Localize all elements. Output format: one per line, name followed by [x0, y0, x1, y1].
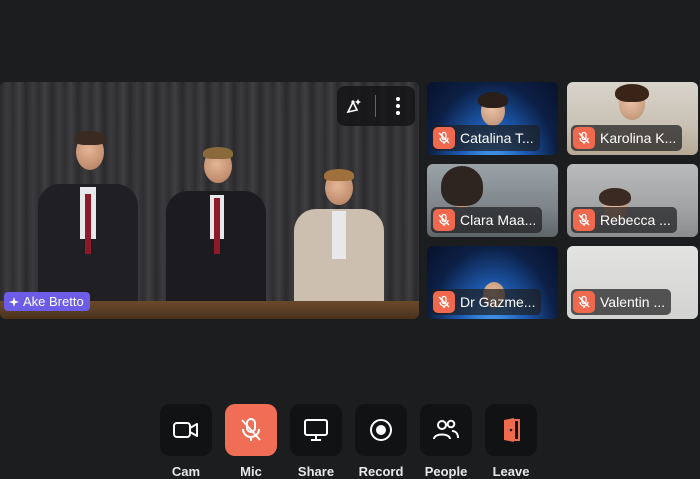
participant-tile[interactable]: Dr Gazme...: [427, 246, 558, 319]
leave-door-icon: [504, 418, 520, 442]
leave-label: Leave: [492, 464, 530, 479]
participant-label: Dr Gazme...: [431, 289, 542, 315]
mic-label: Mic: [240, 464, 262, 479]
people-control: People: [420, 404, 472, 479]
sparkle-icon: [9, 296, 19, 307]
participant-label: Karolina K...: [571, 125, 683, 151]
people-label: People: [424, 464, 468, 479]
screen-share-icon: [304, 419, 328, 441]
participant-label: Catalina T...: [431, 125, 540, 151]
participant-label: Valentin ...: [571, 289, 672, 315]
cam-control: Cam: [160, 404, 212, 479]
record-control: Record: [355, 404, 407, 479]
participant-label: Clara Maa...: [431, 207, 543, 233]
share-button[interactable]: [290, 404, 342, 456]
participant-tile[interactable]: Catalina T...: [427, 82, 558, 155]
video-person-center: [166, 147, 266, 309]
speaker-name-pill: Ake Bretto: [4, 292, 90, 311]
mic-muted-icon: [433, 291, 455, 313]
participant-name: Karolina K...: [600, 130, 677, 146]
participant-name: Rebecca ...: [600, 212, 671, 228]
antenna-sparkle-icon[interactable]: [341, 93, 367, 119]
mic-muted-icon: [573, 127, 595, 149]
leave-button[interactable]: [485, 404, 537, 456]
share-label: Share: [297, 464, 335, 479]
stage-toolbar: [337, 86, 415, 126]
cam-button[interactable]: [160, 404, 212, 456]
share-control: Share: [290, 404, 342, 479]
call-control-bar: Cam Mic Share Record People Leave: [160, 404, 537, 479]
participant-label: Rebecca ...: [571, 207, 677, 233]
participant-tile[interactable]: Clara Maa...: [427, 164, 558, 237]
record-label: Record: [358, 464, 404, 479]
participant-name: Valentin ...: [600, 294, 666, 310]
cam-label: Cam: [171, 464, 201, 479]
mic-muted-icon: [433, 127, 455, 149]
participant-name: Clara Maa...: [460, 212, 537, 228]
more-vertical-icon[interactable]: [385, 93, 411, 119]
toolbar-divider: [375, 95, 377, 117]
mic-muted-icon: [573, 291, 595, 313]
leave-control: Leave: [485, 404, 537, 479]
speaker-name: Ake Bretto: [23, 294, 84, 309]
mic-button[interactable]: [225, 404, 277, 456]
mic-muted-icon: [573, 209, 595, 231]
mic-control: Mic: [225, 404, 277, 479]
record-button[interactable]: [355, 404, 407, 456]
mic-muted-icon: [433, 209, 455, 231]
participant-name: Dr Gazme...: [460, 294, 536, 310]
participant-tile[interactable]: Valentin ...: [567, 246, 698, 319]
participant-tile[interactable]: Rebecca ...: [567, 164, 698, 237]
people-button[interactable]: [420, 404, 472, 456]
people-icon: [433, 419, 459, 440]
video-person-right: [294, 169, 384, 309]
participant-tile[interactable]: Karolina K...: [567, 82, 698, 155]
main-video-stage[interactable]: Ake Bretto: [0, 82, 419, 319]
video-camera-icon: [173, 422, 198, 438]
mic-off-icon: [241, 418, 261, 441]
participant-name: Catalina T...: [460, 130, 534, 146]
video-person-left: [38, 131, 138, 309]
record-icon: [370, 419, 392, 441]
